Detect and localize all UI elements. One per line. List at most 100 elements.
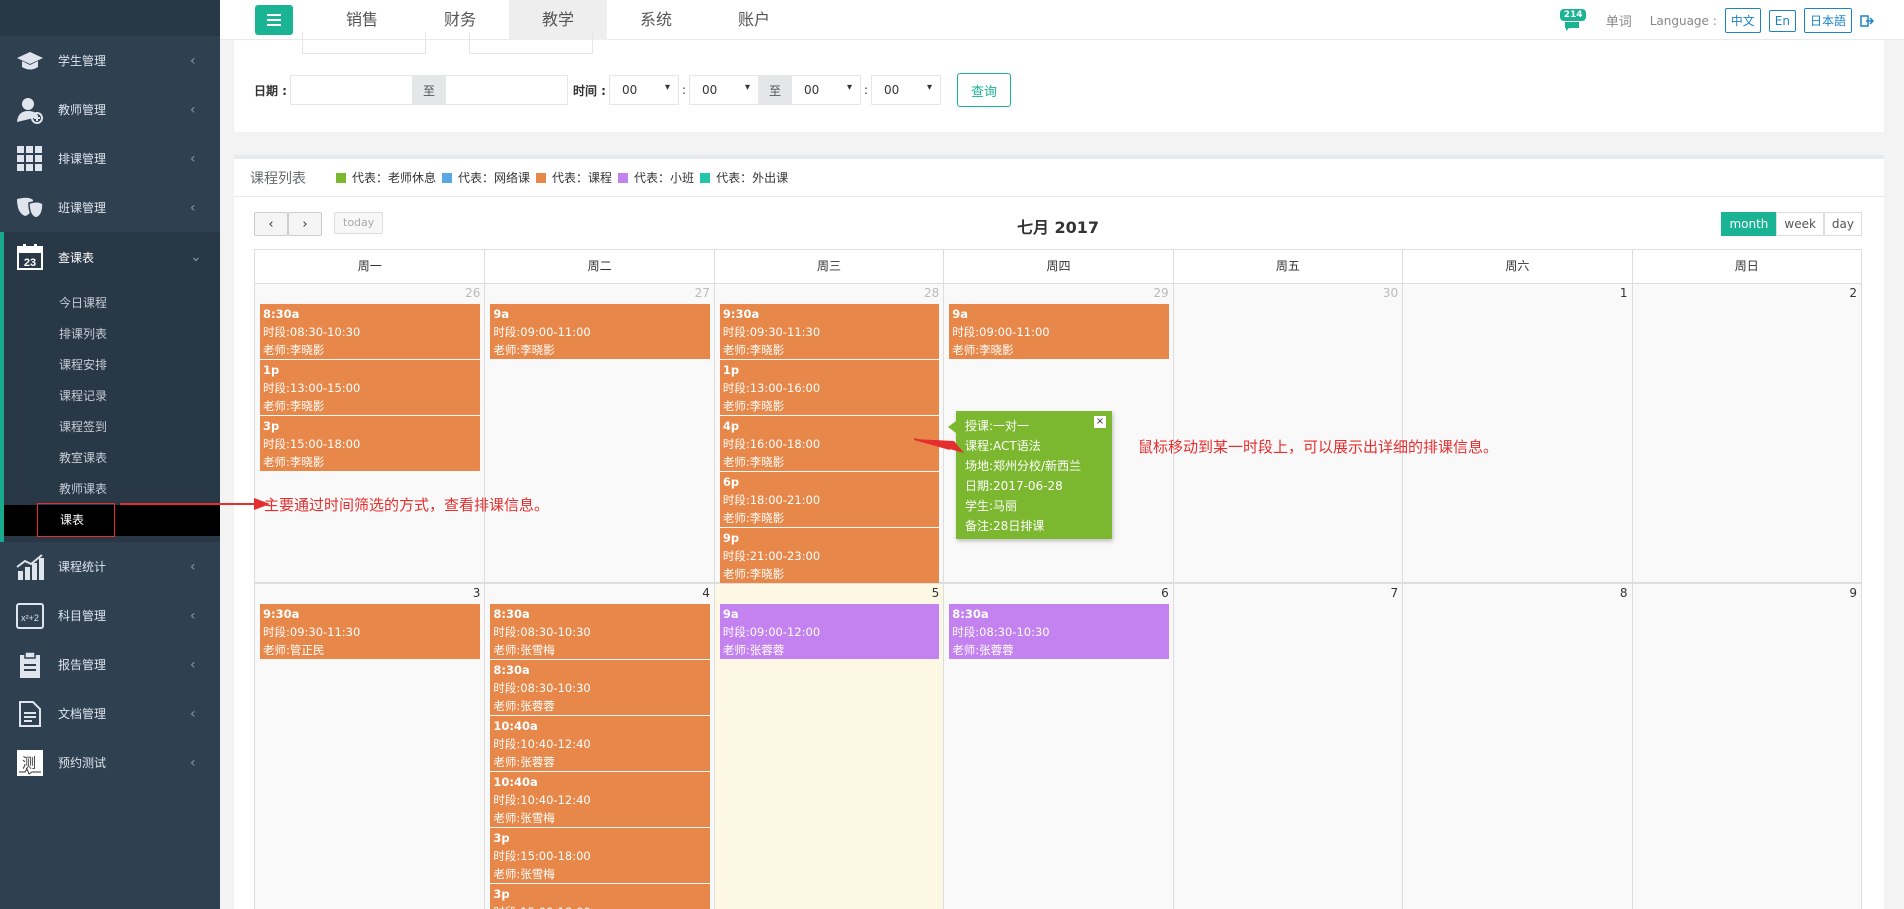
sidebar-item-label: 班课管理 [58, 201, 107, 215]
close-icon[interactable]: × [1094, 416, 1106, 428]
date-end-input[interactable] [444, 75, 568, 105]
submenu-item[interactable]: 课程签到 [4, 412, 220, 443]
date-time-row: 日期 : 至 时间 : 00 : 00 至 00 : 00 查询 [254, 73, 1011, 107]
sidebar-item-1[interactable]: 学生管理 ‹ [0, 36, 220, 85]
end-hour-select[interactable]: 00 [790, 75, 861, 105]
language-label: Language : [1649, 13, 1717, 28]
event-time: 9:30a [722, 307, 760, 321]
hamburger-icon [267, 14, 281, 26]
sidebar-item-3[interactable]: 排课管理 ‹ [0, 134, 220, 183]
calendar-event[interactable]: 8:30a 时段:08:30-10:30 老师:李晓影 [260, 304, 481, 359]
chevron-left-icon: ‹ [190, 150, 196, 167]
day-number: 4 [702, 586, 710, 600]
day-number: 27 [694, 286, 710, 300]
calendar-event[interactable]: 8:30a 时段:08:30-10:30 老师:张雪梅 [490, 604, 710, 659]
query-button[interactable]: 查询 [956, 73, 1011, 107]
sidebar-item-10[interactable]: 测 预约测试 ‹ [0, 738, 220, 787]
calendar-event[interactable]: 9a 时段:09:00-11:00 老师:李晓影 [949, 304, 1169, 359]
day-cell[interactable]: 6 8:30a 时段:08:30-10:30 老师:张蓉蓉 [943, 584, 1173, 909]
calendar-event[interactable]: 10:40a 时段:10:40-12:40 老师:张雪梅 [490, 772, 710, 827]
test-icon: 测 [14, 747, 46, 779]
day-cell[interactable]: 5 9a 时段:09:00-12:00 老师:张蓉蓉 [713, 584, 944, 909]
sidebar-item-label: 科目管理 [58, 609, 107, 623]
lang-en-button[interactable]: En [1768, 9, 1796, 32]
calendar-event[interactable]: 9a 时段:09:00-12:00 老师:张蓉蓉 [719, 604, 940, 659]
submenu-item[interactable]: 课程安排 [4, 350, 220, 381]
event-period: 时段:18:00-21:00 [722, 493, 821, 507]
legend-swatch [442, 172, 453, 183]
menu-toggle-button[interactable] [255, 5, 293, 35]
sidebar-item-2[interactable]: 教师管理 ‹ [0, 85, 220, 134]
day-cell[interactable]: 9 [1631, 584, 1861, 909]
top-tab[interactable]: 系统 [607, 0, 705, 45]
sidebar-item-9[interactable]: 文档管理 ‹ [0, 689, 220, 738]
day-cell[interactable]: 8 [1402, 584, 1632, 909]
next-month-button[interactable]: › [288, 212, 322, 236]
legend-label: 代表：课程 [552, 171, 613, 185]
lang-zh-button[interactable]: 中文 [1724, 8, 1761, 33]
calendar-event[interactable]: 8:30a 时段:08:30-10:30 老师:张蓉蓉 [490, 660, 710, 715]
event-time: 9a [493, 307, 510, 321]
legend-label: 代表：外出课 [716, 171, 789, 185]
calendar-weeks: 26 8:30a 时段:08:30-10:30 老师:李晓影 1p 时段:13:00-15… [254, 283, 1862, 909]
top-tab[interactable]: 账户 [705, 0, 803, 45]
calendar-event[interactable]: 3p 时段:15:00-18:00 老师:张雪梅 [490, 828, 710, 883]
view-month-button[interactable]: month [1721, 212, 1777, 236]
filter-select-partial-1[interactable] [302, 32, 426, 54]
weekday-header-cell: 周四 [943, 250, 1172, 283]
day-cell[interactable]: 1 [1402, 284, 1632, 582]
event-period: 时段:08:30-10:30 [493, 681, 591, 695]
event-time: 10:40a [493, 719, 538, 733]
view-day-button[interactable]: day [1823, 212, 1862, 236]
calendar-event[interactable]: 9a 时段:09:00-11:00 老师:李晓影 [490, 304, 710, 359]
event-period: 时段:13:00-15:00 [263, 381, 361, 395]
day-cell[interactable]: 28 9:30a 时段:09:30-11:30 老师:李晓影 1p 时段:13:00-16… [713, 284, 944, 583]
view-week-button[interactable]: week [1776, 212, 1824, 236]
prev-month-button[interactable]: ‹ [254, 212, 288, 236]
end-minute-select[interactable]: 00 [870, 75, 941, 105]
submenu-item[interactable]: 排课列表 [4, 319, 220, 350]
calendar-event[interactable]: 8:30a 时段:08:30-10:30 老师:张蓉蓉 [949, 604, 1169, 659]
calendar-event[interactable]: 9p 时段:21:00-23:00 老师:李晓影 [719, 528, 940, 583]
day-cell[interactable]: 30 [1172, 284, 1403, 582]
chevron-left-icon: ‹ [190, 656, 196, 673]
today-button[interactable]: today [334, 212, 384, 234]
day-cell[interactable]: 2 [1631, 284, 1861, 582]
calendar-event[interactable]: 9:30a 时段:09:30-11:30 老师:李晓影 [719, 304, 940, 359]
word-link[interactable]: 单词 [1606, 11, 1632, 30]
sidebar-item-8[interactable]: 报告管理 ‹ [0, 640, 220, 689]
calendar-event[interactable]: 1p 时段:13:00-16:00 老师:李晓影 [719, 360, 940, 415]
submenu-item[interactable]: 课程记录 [4, 381, 220, 412]
filter-select-partial-2[interactable] [469, 32, 593, 54]
notification[interactable]: 214 [1559, 8, 1590, 33]
calendar-event[interactable]: 1p 时段:13:00-15:00 老师:李晓影 [260, 360, 481, 415]
sidebar-item-6[interactable]: 课程统计 ‹ [0, 542, 220, 591]
calendar-event[interactable]: 3p 时段:15:00-18:00 老师:李晓影 [260, 416, 481, 471]
sidebar-item-7[interactable]: x²+2 科目管理 ‹ [0, 591, 220, 640]
logout-icon[interactable] [1860, 14, 1874, 28]
sidebar-header [0, 0, 220, 36]
sidebar-item-5[interactable]: 23 查课表 ⌄ [0, 232, 220, 282]
tooltip-line: 场地:郑州分校/新西兰 [965, 459, 1082, 473]
chevron-left-icon: ‹ [268, 216, 274, 232]
legend: 代表：老师休息 代表：网络课 代表：课程 代表：小班 代表：外出课 [336, 169, 794, 186]
submenu-item[interactable]: 教室课表 [4, 443, 220, 474]
calendar-event[interactable]: 6p 时段:18:00-21:00 老师:李晓影 [719, 472, 940, 527]
start-minute-select[interactable]: 00 [688, 75, 759, 105]
day-cell[interactable]: 7 [1172, 584, 1403, 909]
submenu-item[interactable]: 今日课程 [4, 288, 220, 319]
day-cell[interactable]: 26 8:30a 时段:08:30-10:30 老师:李晓影 1p 时段:13:00-15… [255, 284, 485, 582]
day-cell[interactable]: 3 9:30a 时段:09:30-11:30 老师:管正民 [255, 584, 485, 909]
day-cell[interactable]: 4 8:30a 时段:08:30-10:30 老师:张雪梅 8:30a 时段:08:30-… [484, 584, 714, 909]
day-cell[interactable]: 27 9a 时段:09:00-11:00 老师:李晓影 [484, 284, 714, 582]
day-number: 7 [1390, 586, 1399, 600]
event-teacher: 老师:李晓影 [263, 455, 325, 469]
calendar-event[interactable]: 10:40a 时段:10:40-12:40 老师:张蓉蓉 [490, 716, 710, 771]
start-hour-select[interactable]: 00 [608, 75, 679, 105]
calendar-event[interactable]: 3p 时段:15:00-18:00 [490, 884, 710, 909]
sidebar-item-4[interactable]: 班课管理 ‹ [0, 183, 220, 232]
date-start-input[interactable] [289, 75, 413, 105]
calendar-event[interactable]: 9:30a 时段:09:30-11:30 老师:管正民 [260, 604, 481, 659]
calendar-event[interactable]: 4p 时段:16:00-18:00 老师:李晓影 [719, 416, 940, 471]
lang-ja-button[interactable]: 日本語 [1803, 8, 1852, 33]
